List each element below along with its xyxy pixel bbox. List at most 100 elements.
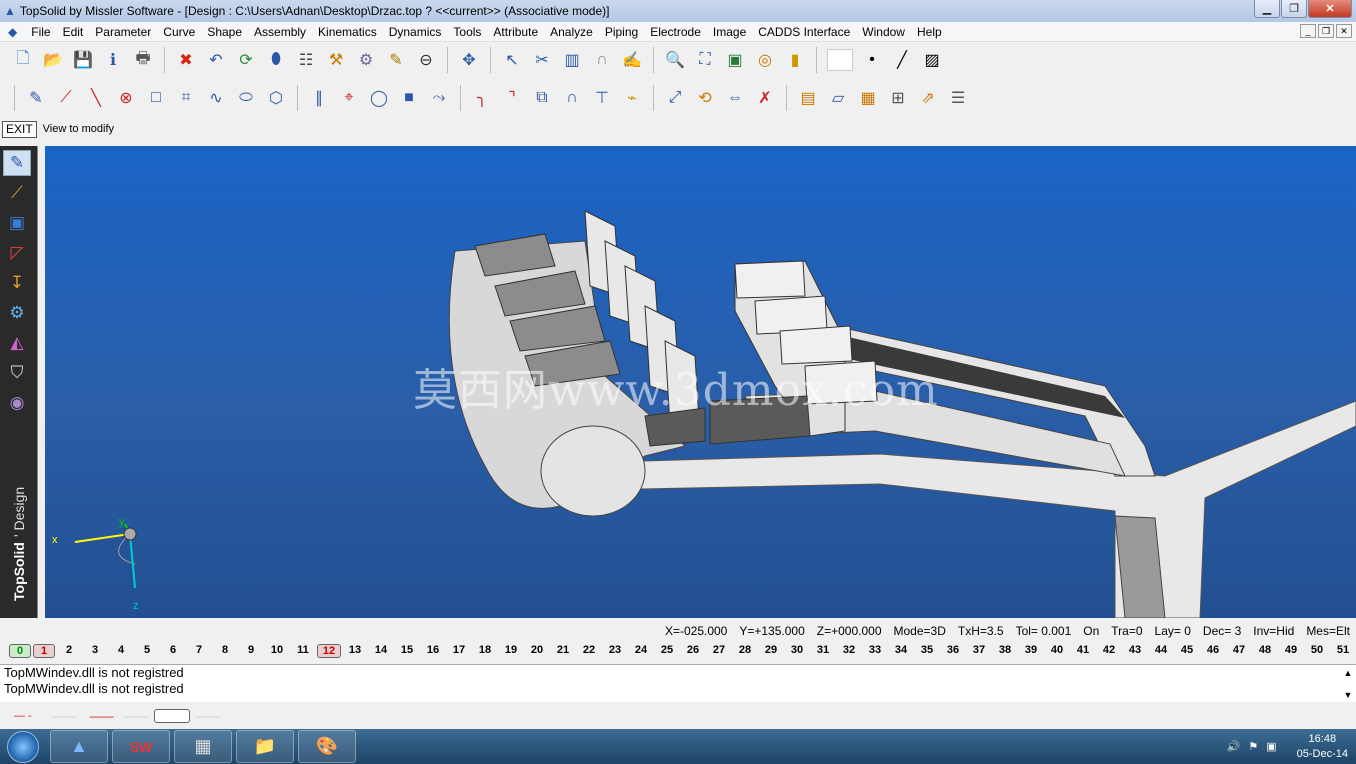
flag-icon[interactable]: ⚑	[1248, 740, 1258, 753]
layer-1[interactable]: 1	[33, 644, 55, 658]
chamfer-icon[interactable]: ⌝	[501, 87, 523, 109]
layer-45[interactable]: 45	[1174, 644, 1200, 658]
status-tra[interactable]: Tra=0	[1111, 624, 1142, 638]
pick-icon[interactable]: ✥	[458, 49, 480, 71]
layer-6[interactable]: 6	[160, 644, 186, 658]
layer-34[interactable]: 34	[888, 644, 914, 658]
maximize-button[interactable]: ❐	[1281, 0, 1307, 18]
taskbar-topsolid[interactable]: ▲	[50, 730, 108, 763]
tree-icon[interactable]: ⊞	[887, 87, 909, 109]
line-style-icon[interactable]: ╱	[891, 49, 913, 71]
doc-restore-button[interactable]: ❐	[1318, 24, 1334, 38]
layer-31[interactable]: 31	[810, 644, 836, 658]
transform-icon[interactable]: ⟲	[694, 87, 716, 109]
line-style-red[interactable]: ——	[90, 709, 114, 723]
open-folder-icon[interactable]: 📂	[42, 49, 64, 71]
shape-selector[interactable]	[153, 709, 190, 723]
export-icon[interactable]: ⇗	[917, 87, 939, 109]
layer-20[interactable]: 20	[524, 644, 550, 658]
menu-assembly[interactable]: Assembly	[248, 25, 312, 39]
stretch-icon[interactable]: ⇔	[724, 87, 746, 109]
pipes-icon[interactable]: ⚙	[355, 49, 377, 71]
stack-icon[interactable]: ▦	[857, 87, 879, 109]
menu-electrode[interactable]: Electrode	[644, 25, 707, 39]
polygon-icon[interactable]: ⬡	[265, 87, 287, 109]
color-picker[interactable]	[827, 49, 853, 71]
menu-edit[interactable]: Edit	[57, 25, 90, 39]
image-icon[interactable]: ▣	[724, 49, 746, 71]
volume-icon[interactable]: 🔊	[1227, 740, 1241, 753]
doc-minimize-button[interactable]: _	[1300, 24, 1316, 38]
network-icon[interactable]: ▣	[1266, 740, 1276, 753]
menu-parameter[interactable]: Parameter	[89, 25, 157, 39]
tool-icon[interactable]: ✎	[385, 49, 407, 71]
sketch-icon[interactable]: ✎	[3, 150, 31, 176]
layer-39[interactable]: 39	[1018, 644, 1044, 658]
layer-35[interactable]: 35	[914, 644, 940, 658]
layer-29[interactable]: 29	[758, 644, 784, 658]
taskbar-paint[interactable]: 🎨	[298, 730, 356, 763]
menu-tools[interactable]: Tools	[447, 25, 487, 39]
layer-47[interactable]: 47	[1226, 644, 1252, 658]
menu-kinematics[interactable]: Kinematics	[312, 25, 383, 39]
status-mode[interactable]: Mode=3D	[894, 624, 946, 638]
layer-14[interactable]: 14	[368, 644, 394, 658]
layer-42[interactable]: 42	[1096, 644, 1122, 658]
layer-0[interactable]: 0	[9, 644, 31, 658]
status-layer[interactable]: Lay= 0	[1155, 624, 1191, 638]
zoom-icon[interactable]: 🔍	[664, 49, 686, 71]
rectangle-icon[interactable]: □	[145, 87, 167, 109]
ellipse-icon[interactable]: ⬭	[235, 87, 257, 109]
status-on[interactable]: On	[1083, 624, 1099, 638]
status-inv[interactable]: Inv=Hid	[1253, 624, 1294, 638]
layer-24[interactable]: 24	[628, 644, 654, 658]
layer-46[interactable]: 46	[1200, 644, 1226, 658]
fillet-icon[interactable]: ╮	[471, 87, 493, 109]
status-tolerance[interactable]: Tol= 0.001	[1016, 624, 1072, 638]
status-decimals[interactable]: Dec= 3	[1203, 624, 1241, 638]
menu-shape[interactable]: Shape	[201, 25, 248, 39]
save-icon[interactable]: 💾	[72, 49, 94, 71]
cut-icon[interactable]: ✗	[754, 87, 776, 109]
menu-attribute[interactable]: Attribute	[487, 25, 544, 39]
part-icon[interactable]: ▱	[827, 87, 849, 109]
layer-26[interactable]: 26	[680, 644, 706, 658]
cursor-icon[interactable]: ↖	[501, 49, 523, 71]
layer-10[interactable]: 10	[264, 644, 290, 658]
taskbar-calculator[interactable]: ▦	[174, 730, 232, 763]
magnet-icon[interactable]: ∩	[591, 49, 613, 71]
menu-window[interactable]: Window	[856, 25, 911, 39]
layer-23[interactable]: 23	[602, 644, 628, 658]
status-text-height[interactable]: TxH=3.5	[958, 624, 1004, 638]
list-icon[interactable]: ☰	[947, 87, 969, 109]
pencil-icon[interactable]: ✎	[25, 87, 47, 109]
menu-file[interactable]: File	[25, 25, 56, 39]
layer-48[interactable]: 48	[1252, 644, 1278, 658]
layer-28[interactable]: 28	[732, 644, 758, 658]
point-icon[interactable]: ⊗	[115, 87, 137, 109]
parallel-icon[interactable]: ∥	[308, 87, 330, 109]
layer-36[interactable]: 36	[940, 644, 966, 658]
slot-icon[interactable]: ◯	[368, 87, 390, 109]
zoom-fit-icon[interactable]: ⛶	[694, 49, 716, 71]
layer-49[interactable]: 49	[1278, 644, 1304, 658]
frame-icon[interactable]: ⌗	[175, 87, 197, 109]
solid-icon[interactable]: ▣	[3, 210, 31, 236]
drill-icon[interactable]: ↧	[3, 270, 31, 296]
curve-icon[interactable]: ∿	[205, 87, 227, 109]
center-icon[interactable]: ⌖	[338, 87, 360, 109]
layer-9[interactable]: 9	[238, 644, 264, 658]
sphere-icon[interactable]: ◉	[3, 390, 31, 416]
sweep-icon[interactable]: ⤳	[428, 87, 450, 109]
scissors-icon[interactable]: ✂	[531, 49, 553, 71]
new-file-icon[interactable]: 🗋	[12, 49, 34, 71]
point-style-icon[interactable]: •	[861, 49, 883, 71]
clock[interactable]: 16:48 05-Dec-14	[1297, 732, 1348, 762]
measure-icon[interactable]: ▥	[561, 49, 583, 71]
menu-piping[interactable]: Piping	[599, 25, 644, 39]
glasses-icon[interactable]: ◎	[754, 49, 776, 71]
layer-22[interactable]: 22	[576, 644, 602, 658]
layer-25[interactable]: 25	[654, 644, 680, 658]
layer-7[interactable]: 7	[186, 644, 212, 658]
rotate-view-icon[interactable]: ⊖	[415, 49, 437, 71]
